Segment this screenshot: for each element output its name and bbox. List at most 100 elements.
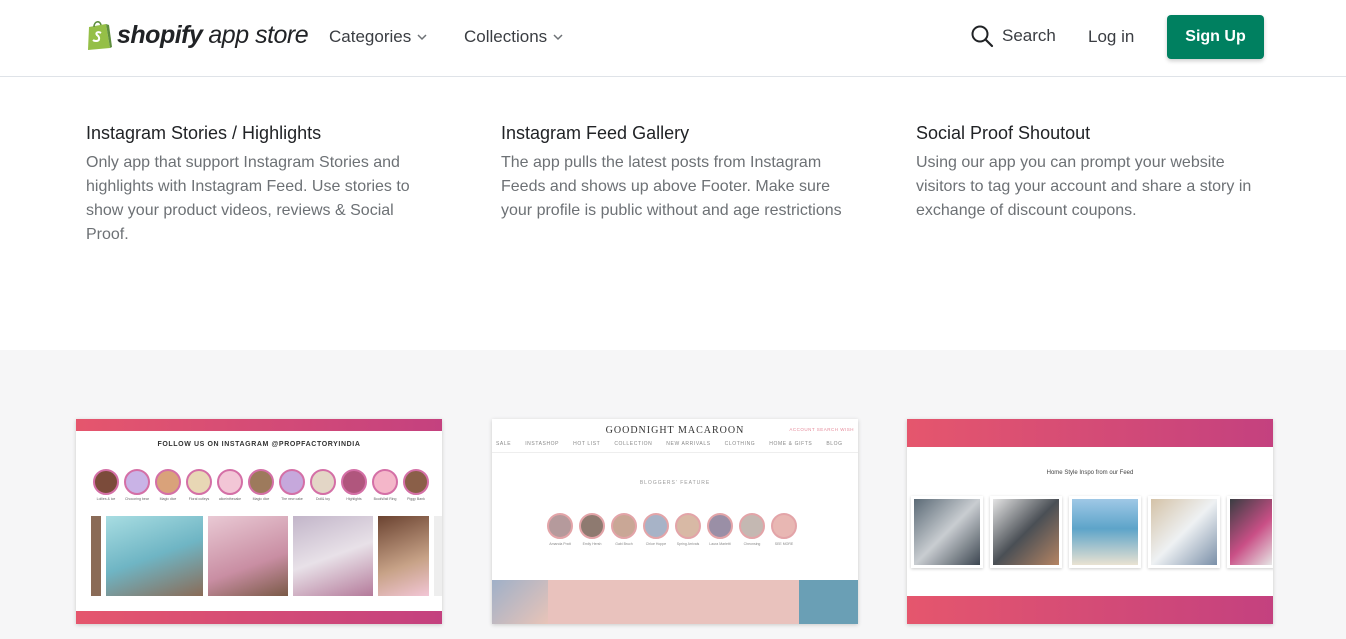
feed-photo — [911, 496, 983, 568]
feature-title: Instagram Feed Gallery — [501, 123, 690, 143]
feature-feed-gallery: Instagram Feed Gallery The app pulls the… — [501, 122, 851, 223]
feed-photo — [106, 516, 203, 596]
top-nav-bar: shopify app store Categories Collections… — [0, 0, 1346, 77]
story-circle — [675, 513, 701, 539]
banner-image — [492, 580, 548, 624]
store-account-links: ACCOUNT SEARCH WISH — [789, 427, 854, 432]
instagram-feed-row — [91, 516, 442, 596]
story-label: Piggy Bank — [407, 497, 425, 501]
story-labels-row: Lollies & ice Chocoring bear Magic dice … — [93, 497, 429, 501]
chevron-down-icon — [417, 34, 427, 41]
search-button[interactable]: Search — [970, 24, 1056, 48]
story-label: Gabi Bruch — [615, 542, 633, 546]
nav-categories[interactable]: Categories — [329, 27, 427, 47]
feed-photo — [1069, 496, 1141, 568]
gradient-footer-bar — [907, 596, 1273, 624]
banner-image — [548, 580, 799, 624]
feed-photo — [1148, 496, 1220, 568]
story-label: Emily Hersh — [582, 542, 602, 546]
nav-categories-label: Categories — [329, 27, 412, 46]
story-highlights-row — [93, 469, 429, 495]
story-label: Spring Arrivals — [676, 542, 700, 546]
screenshot-card-stories[interactable]: FOLLOW US ON INSTAGRAM @PROPFACTORYINDIA… — [76, 419, 442, 624]
story-label: Amanda Pratt — [549, 542, 571, 546]
story-circle — [707, 513, 733, 539]
story-label: Chloe Hoppe — [645, 542, 667, 546]
story-label: aliceinthecake — [218, 497, 242, 501]
gradient-header-bar — [76, 419, 442, 431]
story-label: Floral cutleys — [188, 497, 210, 501]
feature-title: Social Proof Shoutout — [916, 123, 1091, 143]
story-label: Magic dice — [159, 497, 177, 501]
story-label: The new cake — [281, 497, 303, 501]
divider — [492, 452, 858, 453]
story-label: Magic dice — [252, 497, 270, 501]
story-circle — [739, 513, 765, 539]
story-circle — [547, 513, 573, 539]
feature-stories-highlights: Instagram Stories / Highlights Only app … — [86, 122, 436, 247]
blogger-labels-row: Amanda Pratt Emily Hersh Gabi Bruch Chlo… — [547, 542, 797, 546]
story-label: Lollies & ice — [96, 497, 116, 501]
story-circle — [186, 469, 212, 495]
feed-photo — [1227, 496, 1273, 568]
story-circle — [579, 513, 605, 539]
story-label: Laura Marietti — [709, 542, 731, 546]
story-circle — [248, 469, 274, 495]
story-label: Highlights — [346, 497, 362, 501]
store-menu-item: HOME & GIFTS — [769, 441, 813, 447]
story-label: BookWall Ring — [373, 497, 397, 501]
feature-social-proof: Social Proof Shoutout Using our app you … — [916, 122, 1266, 223]
story-circle — [643, 513, 669, 539]
feed-photo — [378, 516, 429, 596]
card-heading: FOLLOW US ON INSTAGRAM @PROPFACTORYINDIA — [157, 441, 361, 448]
shopify-app-store-logo[interactable]: shopify app store — [86, 18, 309, 52]
nav-collections[interactable]: Collections — [464, 27, 563, 47]
story-circle — [93, 469, 119, 495]
story-label: Doll& toy — [315, 497, 330, 501]
feature-title: Instagram Stories / Highlights — [86, 123, 322, 143]
sign-up-button[interactable]: Sign Up — [1167, 15, 1264, 59]
screenshot-card-shoutout[interactable]: Home Style Inspo from our Feed — [907, 419, 1273, 624]
story-label: Cheonsing — [743, 542, 761, 546]
shopify-bag-icon — [88, 21, 112, 50]
gradient-header-bar — [907, 419, 1273, 447]
section-label: BLOGGERS' FEATURE — [639, 480, 711, 486]
feature-description: Only app that support Instagram Stories … — [86, 154, 410, 243]
story-circle — [341, 469, 367, 495]
nav-collections-label: Collections — [464, 27, 548, 46]
story-circle — [217, 469, 243, 495]
story-circle — [771, 513, 797, 539]
feed-photo — [434, 516, 442, 596]
card-heading: Home Style Inspo from our Feed — [1046, 470, 1134, 476]
logo-wordmark: shopify — [117, 20, 203, 49]
login-link[interactable]: Log in — [1088, 27, 1134, 47]
feed-photo — [293, 516, 373, 596]
feature-description: Using our app you can prompt your websit… — [916, 154, 1252, 219]
blogger-stories-row — [547, 513, 797, 539]
story-circle — [611, 513, 637, 539]
screenshot-gallery: FOLLOW US ON INSTAGRAM @PROPFACTORYINDIA… — [0, 350, 1346, 639]
store-menu-item: INSTASHOP — [525, 441, 560, 447]
chevron-down-icon — [553, 34, 563, 41]
feed-photo — [208, 516, 288, 596]
store-menu-item: HOT LIST — [573, 441, 601, 447]
feature-description: The app pulls the latest posts from Inst… — [501, 154, 842, 219]
story-circle — [403, 469, 429, 495]
store-menu-item: CLOTHING — [724, 441, 756, 447]
store-menu: SALE INSTASHOP HOT LIST COLLECTION NEW A… — [496, 441, 858, 447]
story-circle — [279, 469, 305, 495]
story-circle — [124, 469, 150, 495]
search-icon — [971, 25, 994, 48]
feed-photo — [990, 496, 1062, 568]
search-label: Search — [1002, 26, 1056, 45]
story-label: SEE MORE — [774, 542, 794, 546]
story-circle — [372, 469, 398, 495]
store-menu-item: BLOG — [826, 441, 843, 447]
banner-image — [799, 580, 858, 624]
store-menu-item: NEW ARRIVALS — [666, 441, 711, 447]
store-footer-banner — [492, 580, 858, 624]
gradient-footer-bar — [76, 611, 442, 624]
home-style-feed-row — [911, 496, 1273, 568]
story-circle — [310, 469, 336, 495]
screenshot-card-feed-gallery[interactable]: GOODNIGHT MACAROON ACCOUNT SEARCH WISH S… — [492, 419, 858, 624]
